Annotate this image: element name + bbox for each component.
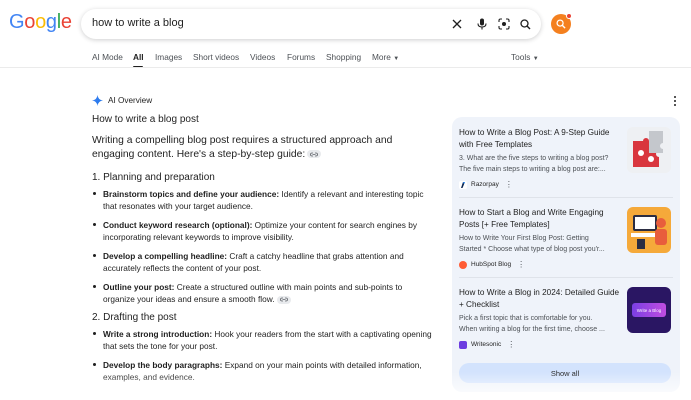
section-heading: 2. Drafting the post — [92, 312, 177, 323]
source-thumbnail: Write a Blog — [627, 287, 671, 333]
more-vert-icon[interactable]: ⋮ — [507, 340, 515, 349]
source-snippet: The five main steps to writing a blog po… — [459, 166, 606, 173]
tab-images[interactable]: Images — [155, 52, 182, 62]
section-list: Brainstorm topics and define your audien… — [92, 188, 432, 305]
sources-panel: How to Write a Blog Post: A 9-Step Guide… — [452, 117, 680, 392]
tab-videos[interactable]: Videos — [250, 52, 275, 62]
tab-forums[interactable]: Forums — [287, 52, 315, 62]
item-title: Develop a compelling headline: — [103, 251, 228, 261]
overview-title: How to write a blog post — [92, 114, 199, 125]
source-site: Razorpay ⋮ — [459, 180, 513, 189]
tools-button[interactable]: Tools ▼ — [511, 52, 539, 62]
tab-more[interactable]: More ▼ — [372, 52, 399, 62]
google-logo[interactable]: Google — [9, 11, 72, 34]
list-item: Brainstorm topics and define your audien… — [92, 188, 432, 212]
list-item: Outline your post: Create a structured o… — [92, 281, 432, 305]
source-title[interactable]: How to Write a Blog in 2024: Detailed Gu… — [459, 287, 621, 311]
source-thumbnail — [627, 207, 671, 253]
overview-intro: Writing a compelling blog post requires … — [92, 134, 432, 162]
more-vert-icon[interactable] — [672, 95, 678, 107]
source-card[interactable]: How to Write a Blog in 2024: Detailed Gu… — [452, 277, 680, 357]
more-vert-icon[interactable]: ⋮ — [517, 260, 525, 269]
citation-link-icon[interactable] — [307, 150, 322, 159]
section-heading: 1. Planning and preparation — [92, 172, 215, 183]
search-icon[interactable] — [516, 15, 534, 33]
source-site: HubSpot Blog ⋮ — [459, 260, 525, 269]
writesonic-icon — [459, 340, 467, 349]
search-icon — [556, 19, 566, 29]
source-card[interactable]: How to Start a Blog and Write Engaging P… — [452, 197, 680, 277]
tab-more-label: More — [372, 52, 391, 62]
source-thumbnail — [627, 127, 671, 173]
gemini-sparkle-icon — [92, 94, 103, 106]
citation-link-icon[interactable] — [276, 295, 291, 304]
source-snippet: How to Write Your First Blog Post: Getti… — [459, 235, 589, 242]
overview-intro-text: Writing a compelling blog post requires … — [92, 135, 393, 160]
mic-icon[interactable] — [473, 15, 491, 33]
item-title: Outline your post: — [103, 282, 175, 292]
source-title[interactable]: How to Write a Blog Post: A 9-Step Guide… — [459, 127, 621, 151]
source-card[interactable]: How to Write a Blog Post: A 9-Step Guide… — [452, 117, 680, 197]
search-input[interactable]: how to write a blog — [92, 17, 184, 29]
source-snippet: When writing a blog for the first time, … — [459, 326, 605, 333]
source-site: Writesonic ⋮ — [459, 340, 515, 349]
notification-dot — [566, 13, 572, 19]
ai-overview-header: AI Overview — [92, 94, 152, 106]
item-title: Develop the body paragraphs: — [103, 360, 223, 370]
tab-all[interactable]: All — [133, 52, 144, 62]
item-title: Brainstorm topics and define your audien… — [103, 189, 280, 199]
search-tabs: AI Mode All Images Short videos Videos F… — [0, 48, 691, 68]
tab-short-videos[interactable]: Short videos — [193, 52, 239, 62]
source-title[interactable]: How to Start a Blog and Write Engaging P… — [459, 207, 621, 231]
thumbnail-caption: Write a Blog — [636, 307, 662, 313]
more-vert-icon[interactable]: ⋮ — [505, 180, 513, 189]
caret-down-icon: ▼ — [532, 56, 539, 62]
list-item: Write a strong introduction: Hook your r… — [92, 328, 432, 352]
caret-down-icon: ▼ — [393, 56, 400, 62]
source-snippet: Pick a first topic that is comfortable f… — [459, 315, 593, 322]
item-title: Conduct keyword research (optional): — [103, 220, 253, 230]
tab-ai-mode[interactable]: AI Mode — [92, 52, 123, 62]
lens-icon[interactable] — [495, 15, 513, 33]
list-item: Develop the body paragraphs: Expand on y… — [92, 359, 432, 383]
source-snippet: Started * Choose what type of blog post … — [459, 246, 605, 253]
close-icon[interactable] — [448, 15, 466, 33]
item-title: Write a strong introduction: — [103, 329, 213, 339]
source-name: Razorpay — [471, 181, 499, 188]
tools-label: Tools — [511, 52, 531, 62]
source-snippet: 3. What are the five steps to writing a … — [459, 155, 609, 162]
ai-overview-label: AI Overview — [108, 95, 153, 105]
source-name: Writesonic — [471, 341, 502, 348]
header: Google how to write a blog — [0, 0, 691, 48]
source-name: HubSpot Blog — [471, 261, 512, 268]
hubspot-icon — [459, 260, 467, 269]
list-item: Conduct keyword research (optional): Opt… — [92, 219, 432, 243]
list-item: Develop a compelling headline: Craft a c… — [92, 250, 432, 274]
account-avatar[interactable] — [551, 13, 572, 34]
section-list: Write a strong introduction: Hook your r… — [92, 328, 432, 383]
razorpay-icon — [459, 180, 467, 189]
show-all-button[interactable]: Show all — [459, 363, 671, 383]
search-box[interactable]: how to write a blog — [81, 9, 541, 39]
divider — [0, 67, 691, 68]
ai-overview-content: How to write a blog post Writing a compe… — [92, 114, 432, 390]
tab-shopping[interactable]: Shopping — [326, 52, 361, 62]
thumbnail-banner: Write a Blog — [632, 303, 666, 317]
